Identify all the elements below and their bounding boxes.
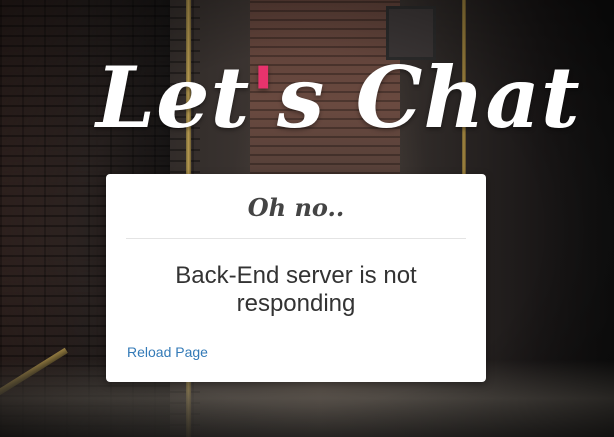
error-card: Oh no.. Back-End server is not respondin… (106, 174, 486, 382)
reload-page-link[interactable]: Reload Page (127, 343, 208, 361)
logo-text-start: Let (96, 48, 251, 147)
error-message: Back-End server is not responding (175, 262, 417, 317)
app-logo: Let's Chat (96, 48, 580, 148)
logo-apostrophe-accent: ' (250, 48, 278, 147)
logo-text-end: s Chat (277, 48, 581, 147)
card-divider (126, 238, 466, 239)
error-card-title: Oh no.. (247, 193, 345, 222)
page-background: Let's Chat Oh no.. Back-End server is no… (0, 0, 614, 437)
